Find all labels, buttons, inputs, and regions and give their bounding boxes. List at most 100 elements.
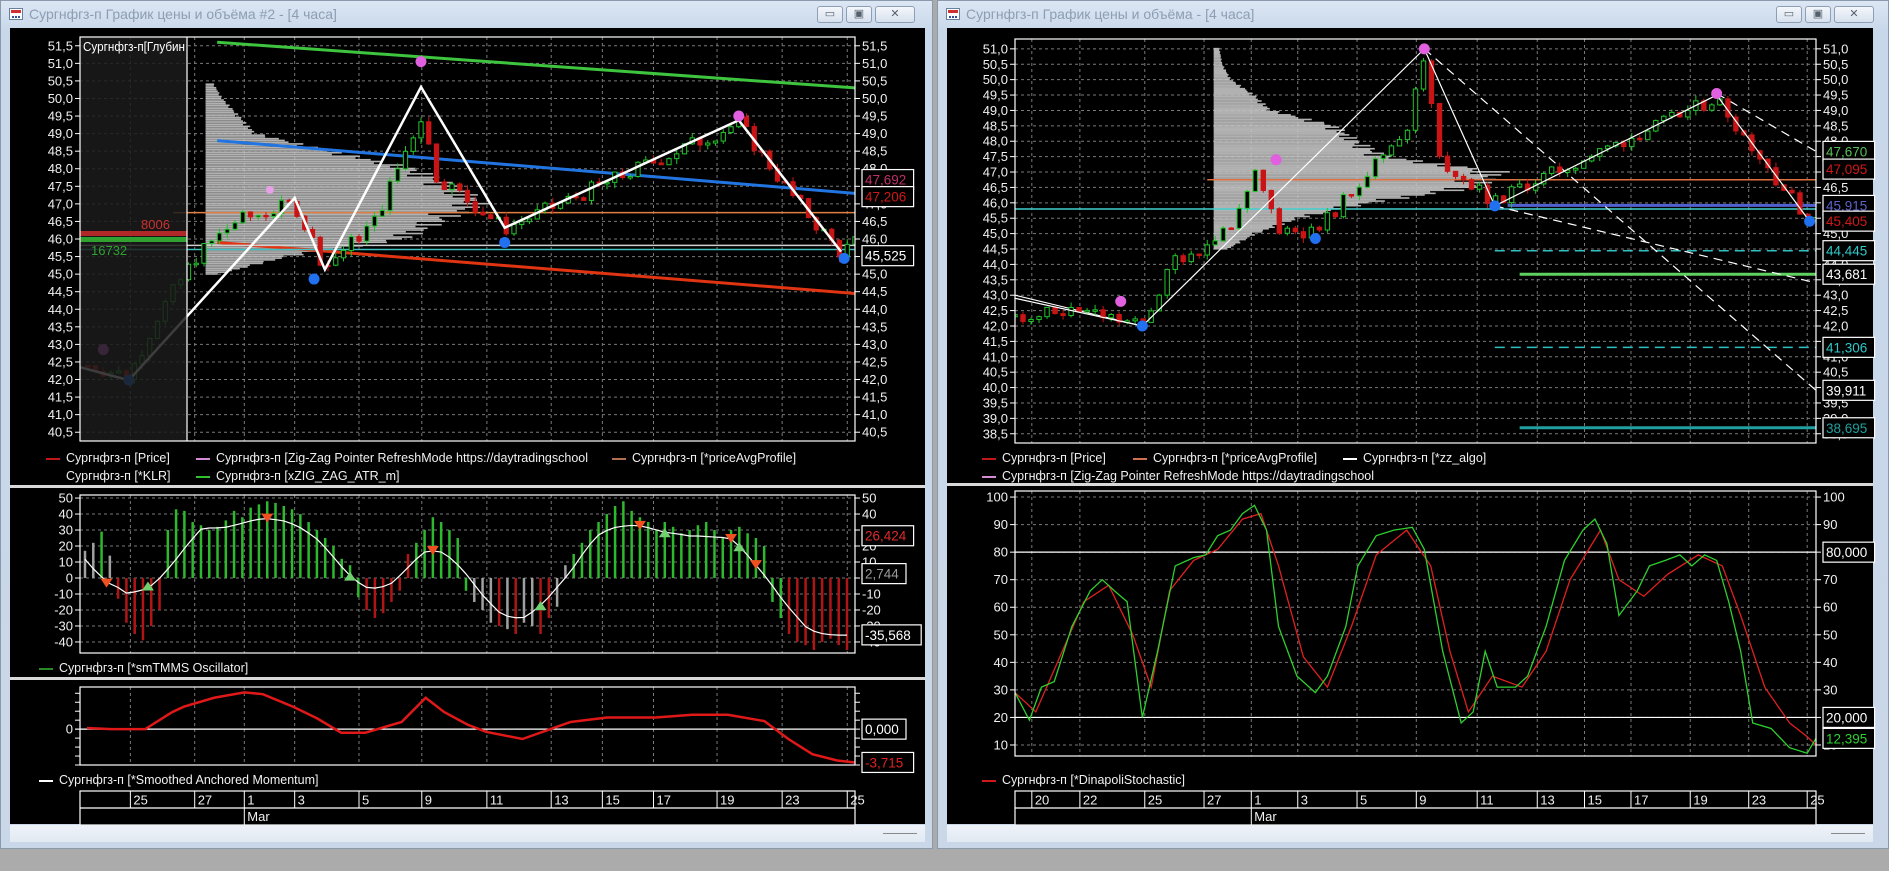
- sell-signal-triangle: [261, 513, 274, 523]
- candle-body: [1548, 166, 1555, 174]
- legend-item-smoothed-momentum[interactable]: Сургнфгз-п [*Smoothed Anchored Momentum]: [39, 772, 318, 788]
- legend-item-price[interactable]: Сургнфгз-п [Price]: [982, 450, 1106, 466]
- y-tick-label: 45,0: [48, 267, 73, 282]
- volume-profile-bar: [205, 190, 468, 193]
- y-tick-label: 42,5: [48, 354, 73, 369]
- legend-item-klr[interactable]: Сургнфгз-п [*KLR]: [46, 468, 171, 484]
- volume-profile-bar: [1213, 84, 1241, 87]
- volume-profile-bar: [205, 123, 243, 126]
- candle-body: [635, 161, 641, 177]
- sell-signal-triangle: [100, 578, 113, 588]
- candle-body: [1508, 186, 1515, 204]
- volume-profile-bar: [1213, 197, 1410, 199]
- candle-body: [1092, 309, 1098, 312]
- volume-profile: [1213, 47, 1510, 250]
- y-tick-label: 38,5: [983, 426, 1008, 441]
- y-tick-label-right: 90: [1823, 517, 1837, 532]
- legend-swatch: [39, 779, 53, 782]
- candle-body: [418, 121, 424, 139]
- legend-swatch: [1343, 457, 1357, 460]
- date-axis[interactable]: 20 22 25 27 1 3 5 9 11 13 15 17 19 23 25Mar: [1014, 790, 1825, 826]
- volume-profile-bar: [1213, 147, 1375, 150]
- resize-grip[interactable]: [1831, 833, 1865, 834]
- y-tick-label-right: 46,0: [862, 232, 887, 247]
- volume-profile-bar: [1213, 189, 1465, 192]
- candle: [581, 196, 587, 201]
- right-chart-canvas[interactable]: 38,538,539,039,039,539,540,040,040,540,5…: [938, 1, 1889, 850]
- legend-label: Сургнфгз-п [Price]: [1002, 451, 1106, 465]
- candle-body: [743, 116, 750, 128]
- date-axis[interactable]: 25 27 1 3 5 9 11 13 15 17 19 23 25Mar: [79, 790, 865, 826]
- candle: [712, 140, 719, 146]
- legend-label: Сургнфгз-п [Zig-Zag Pointer RefreshMode …: [1002, 469, 1375, 483]
- candle: [402, 145, 409, 171]
- legend-item-price[interactable]: Сургнфгз-п [Price]: [46, 450, 170, 466]
- left-chart-canvas[interactable]: 8006 16732 40,5 40,5 41,0 41,0 41,5 41,5 42,0 42,…: [1, 1, 934, 850]
- legend-label: Сургнфгз-п [*Smoothed Anchored Momentum]: [59, 773, 319, 787]
- volume-profile-bar: [205, 204, 452, 207]
- y-tick-label: 48,0: [983, 134, 1008, 149]
- candle-body: [193, 262, 199, 266]
- candle-body: [1637, 137, 1643, 141]
- candle-body: [1452, 170, 1459, 177]
- y-tick-label: 49,5: [48, 109, 73, 124]
- y-tick-label: 50: [59, 491, 73, 506]
- candle-body: [1572, 167, 1579, 171]
- candle-body: [1068, 306, 1074, 316]
- legend-item-zigzag-atr[interactable]: Сургнфгз-п [xZIG_ZAG_ATR_m]: [196, 468, 399, 484]
- candle: [1316, 225, 1323, 233]
- candle-body: [1292, 227, 1299, 233]
- legend-swatch: [982, 779, 996, 782]
- volume-profile-bar: [205, 266, 248, 268]
- legend-swatch: [39, 667, 53, 670]
- legend-item-price-avg-profile[interactable]: Сургнфгз-п [*priceAvgProfile]: [612, 450, 796, 466]
- candle-body: [1220, 227, 1226, 242]
- legend-item-zigzag-pointer[interactable]: Сургнфгз-п [Zig-Zag Pointer RefreshMode …: [196, 450, 588, 466]
- month-label: Mar: [247, 809, 270, 824]
- left_momentum-panel[interactable]: 0 0,000 -3,715: [66, 686, 915, 774]
- volume-profile-bar: [1213, 121, 1325, 124]
- chart-window-left: Сургнфгз-п График цены и объёма #2 - [4 …: [0, 0, 933, 849]
- volume-profile-bar: [205, 125, 251, 128]
- candle-body: [658, 162, 664, 166]
- volume-profile-bar: [205, 264, 250, 266]
- candle-body: [387, 180, 393, 211]
- volume-profile-bar: [1213, 66, 1225, 68]
- volume-profile-bar: [205, 257, 282, 259]
- date-label: 3: [1301, 793, 1308, 808]
- right_price-panel[interactable]: 38,538,539,039,039,539,540,040,040,540,5…: [983, 38, 1876, 444]
- y-tick-label: 46,0: [48, 232, 73, 247]
- volume-profile-bar: [1213, 203, 1359, 205]
- volume-profile-bar: [205, 113, 239, 115]
- legend-item-zz-algo[interactable]: Сургнфгз-п [*zz_algo]: [1343, 450, 1486, 466]
- volume-profile-bar: [1213, 97, 1256, 99]
- plot-border: [79, 686, 856, 766]
- candle: [1300, 227, 1307, 243]
- volume-profile-bar: [205, 93, 219, 96]
- legend-item-smtmms-oscillator[interactable]: Сургнфгз-п [*smTMMS Oscillator]: [39, 660, 248, 676]
- y-tick-label-right: 60: [1823, 600, 1837, 615]
- volume-profile-bar: [205, 273, 218, 275]
- candle-body: [441, 181, 447, 191]
- legend-item-zigzag-pointer[interactable]: Сургнфгз-п [Zig-Zag Pointer RefreshMode …: [982, 468, 1374, 484]
- y-tick-label-right: 42,0: [1823, 318, 1848, 333]
- legend-item-dinapoli-stochastic[interactable]: Сургнфгз-п [*DinapoliStochastic]: [982, 772, 1185, 788]
- y-tick-label-right: 40,5: [862, 425, 887, 440]
- volume-profile-bar: [205, 132, 252, 135]
- volume-profile-bar: [205, 151, 342, 154]
- candle-body: [371, 215, 378, 227]
- y-tick-label: 20: [994, 710, 1008, 725]
- left_oscillator-panel[interactable]: -40-40-30-30-20-20-10-100010102020303040…: [54, 491, 922, 654]
- resize-grip[interactable]: [883, 833, 917, 834]
- y-tick-label: 49,0: [48, 126, 73, 141]
- zigzag-pivot-marker: [1489, 200, 1501, 212]
- plot-body: [1015, 43, 1816, 430]
- candle-body: [1340, 194, 1347, 218]
- left_price-panel[interactable]: 8006 16732 40,5 40,5 41,0 41,0 41,5 41,5 42,0 42,…: [48, 36, 915, 442]
- right_stochastic-panel[interactable]: 1010202030304040505060607070808090901001…: [986, 490, 1876, 757]
- legend-item-price-avg-profile[interactable]: Сургнфгз-п [*priceAvgProfile]: [1133, 450, 1317, 466]
- y-tick-label-right: 43,5: [862, 319, 887, 334]
- y-tick-label: 50,0: [983, 72, 1008, 87]
- value-text: 80,000: [1826, 545, 1867, 560]
- volume-profile-bar: [1213, 195, 1401, 198]
